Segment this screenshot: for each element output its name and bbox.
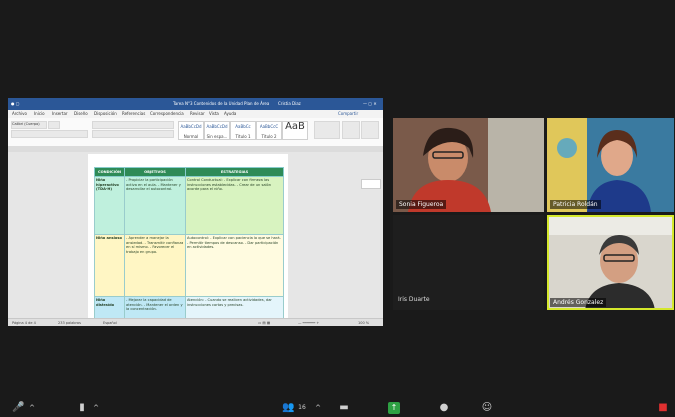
font-format-buttons[interactable] bbox=[11, 130, 88, 138]
table-cell: - Aprender a manejar la ansiedad. - Tran… bbox=[124, 234, 186, 297]
editor-button[interactable] bbox=[361, 121, 379, 139]
ribbon-toolbar: Calibri (Cuerpo) AaBbCcDd Normal AaBbCcDd… bbox=[8, 118, 383, 147]
margin-comment[interactable] bbox=[361, 179, 381, 189]
language-indicator: Español bbox=[103, 321, 117, 325]
view-buttons[interactable]: ▭ ▤ ▦ bbox=[258, 321, 270, 325]
page-indicator: Página 4 de 4 bbox=[12, 321, 36, 325]
meeting-toolbar: 🎤 ^ ▮ ^ 👥 16 ^ ▬ ↑ ● ☺ ■ bbox=[0, 400, 675, 417]
table-cell: Control Conductual: - Explicar con firme… bbox=[185, 176, 284, 235]
video-camera-icon[interactable]: ▮ bbox=[76, 402, 88, 414]
video-tile-active-speaker[interactable]: Andrés Gonzalez bbox=[547, 215, 674, 310]
participant-video bbox=[547, 118, 674, 212]
table-header: OBJETIVOS bbox=[124, 167, 186, 177]
alignment-buttons[interactable] bbox=[92, 130, 174, 138]
video-tile[interactable]: Patricia Roldán bbox=[547, 118, 674, 212]
account-name: Cristia Diaz bbox=[278, 101, 301, 106]
table-cell: Autocontrol: - Explicar con paciencia lo… bbox=[185, 234, 284, 297]
participant-video bbox=[393, 118, 544, 212]
tab-disposicion[interactable]: Disposición bbox=[94, 111, 117, 116]
participant-name: Iris Duarte bbox=[398, 296, 430, 303]
video-tile[interactable]: Sonia Figueroa bbox=[393, 118, 544, 212]
strategies-table: CONDICIÓN OBJETIVOS ESTRATEGIAS Niño hip… bbox=[94, 167, 284, 326]
font-name-select[interactable]: Calibri (Cuerpo) bbox=[11, 121, 47, 129]
tab-archivo[interactable]: Archivo bbox=[12, 111, 27, 116]
tab-diseno[interactable]: Diseño bbox=[74, 111, 88, 116]
horizontal-ruler[interactable] bbox=[8, 146, 383, 152]
mic-icon[interactable]: 🎤 bbox=[12, 402, 24, 414]
style-title[interactable]: AaB bbox=[282, 121, 308, 140]
status-bar: Página 4 de 4 233 palabras Español ▭ ▤ ▦… bbox=[8, 318, 383, 326]
word-count: 233 palabras bbox=[58, 321, 81, 325]
tab-revisar[interactable]: Revisar bbox=[190, 111, 205, 116]
table-row: Niño hiperactivo (TDA-H) - Propiciar la … bbox=[94, 176, 284, 235]
style-heading-1[interactable]: AaBbCc Título 1 bbox=[230, 121, 256, 140]
participants-count: 16 bbox=[298, 404, 306, 411]
reactions-icon[interactable]: ☺ bbox=[481, 402, 493, 414]
table-cell: - Propiciar la participación activa en e… bbox=[124, 176, 186, 235]
tab-insertar[interactable]: Insertar bbox=[52, 111, 68, 116]
document-title: Tarea N°3 Contenidos de la Unidad Plan d… bbox=[173, 101, 270, 106]
tab-referencias[interactable]: Referencias bbox=[122, 111, 145, 116]
autosave-toggle[interactable]: ● ▢ bbox=[11, 101, 20, 106]
table-header: CONDICIÓN bbox=[94, 167, 125, 177]
table-cell: Niño hiperactivo (TDA-H) bbox=[94, 176, 125, 235]
share-button[interactable]: Compartir bbox=[338, 111, 358, 116]
window-controls[interactable]: — ▢ ✕ bbox=[363, 101, 377, 106]
font-size-select[interactable] bbox=[48, 121, 60, 129]
style-heading-2[interactable]: AaBbCcC Título 2 bbox=[256, 121, 282, 140]
shared-screen-word[interactable]: ● ▢ Tarea N°3 Contenidos de la Unidad Pl… bbox=[8, 98, 383, 326]
tab-vista[interactable]: Vista bbox=[209, 111, 219, 116]
video-options-chevron-icon[interactable]: ^ bbox=[90, 402, 102, 414]
participants-icon[interactable]: 👥 bbox=[282, 402, 294, 414]
table-row: Niño ansioso - Aprender a manejar la ans… bbox=[94, 234, 284, 297]
participant-name: Sonia Figueroa bbox=[396, 200, 447, 209]
document-page[interactable]: CONDICIÓN OBJETIVOS ESTRATEGIAS Niño hip… bbox=[88, 154, 288, 326]
tab-inicio[interactable]: Inicio bbox=[34, 111, 45, 116]
participant-name: Andrés Gonzalez bbox=[550, 298, 607, 307]
style-no-spacing[interactable]: AaBbCcDd Sin espa... bbox=[204, 121, 230, 140]
dictate-button[interactable] bbox=[342, 121, 360, 139]
participants-chevron-icon[interactable]: ^ bbox=[312, 402, 324, 414]
tab-ayuda[interactable]: Ayuda bbox=[224, 111, 236, 116]
end-meeting-icon[interactable]: ■ bbox=[657, 402, 669, 414]
style-normal[interactable]: AaBbCcDd Normal bbox=[178, 121, 204, 140]
share-screen-icon[interactable]: ↑ bbox=[388, 402, 400, 414]
table-header: ESTRATEGIAS bbox=[185, 167, 284, 177]
tab-correspondencia[interactable]: Correspondencia bbox=[150, 111, 184, 116]
zoom-level: 100 % bbox=[358, 321, 370, 325]
editing-group[interactable] bbox=[314, 121, 340, 139]
record-icon[interactable]: ● bbox=[438, 402, 450, 414]
participant-name: Patricia Roldán bbox=[550, 200, 601, 209]
table-cell: Niño ansioso bbox=[94, 234, 125, 297]
paragraph-buttons[interactable] bbox=[92, 121, 174, 129]
video-tile[interactable]: Iris Duarte bbox=[393, 215, 544, 310]
word-title-bar: ● ▢ Tarea N°3 Contenidos de la Unidad Pl… bbox=[8, 98, 383, 110]
participant-video bbox=[547, 215, 674, 310]
chat-icon[interactable]: ▬ bbox=[338, 402, 350, 414]
mic-options-chevron-icon[interactable]: ^ bbox=[26, 402, 38, 414]
zoom-slider[interactable]: — ━━━━━━ + bbox=[298, 321, 319, 325]
